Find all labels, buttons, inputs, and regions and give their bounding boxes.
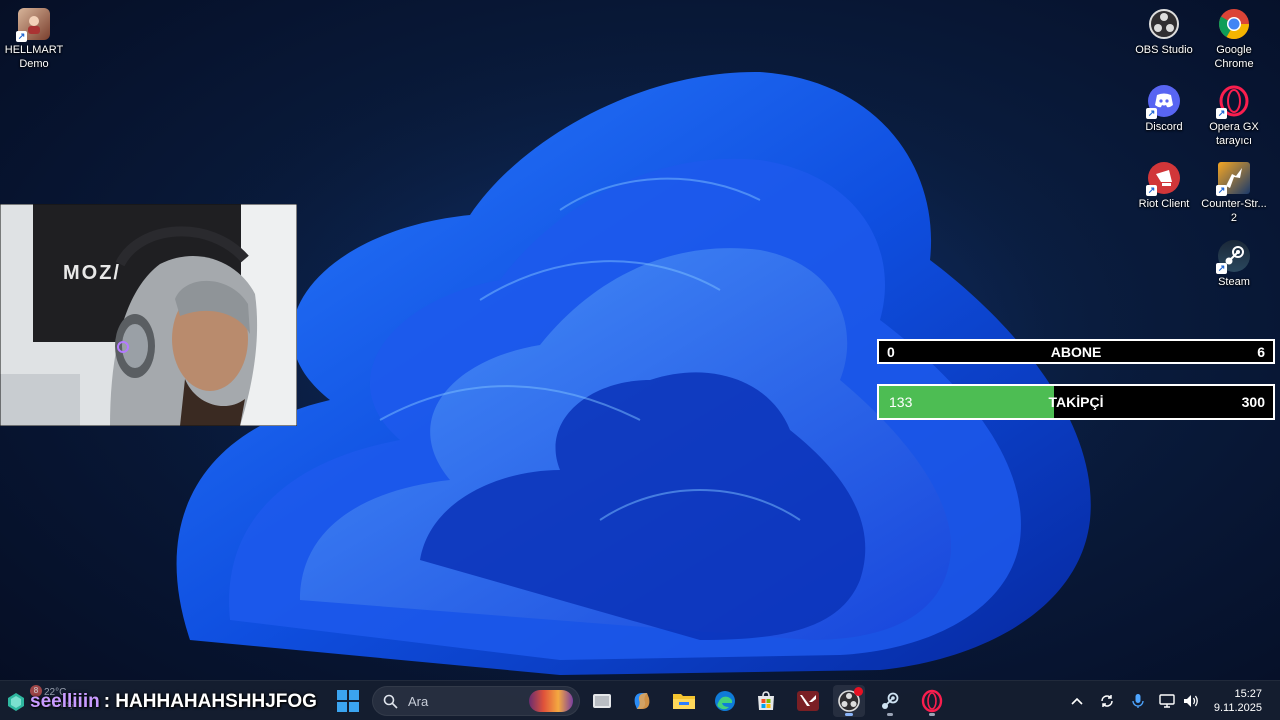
microphone-tray-button[interactable] xyxy=(1126,689,1150,713)
network-tray-button[interactable] xyxy=(1155,689,1179,713)
clock-time: 15:27 xyxy=(1234,688,1262,700)
desktop-icon-label: Counter-Str... 2 xyxy=(1201,198,1267,224)
shortcut-arrow-icon: ↗ xyxy=(1146,185,1157,196)
shortcut-arrow-icon: ↗ xyxy=(1216,185,1227,196)
microsoft-store-button[interactable] xyxy=(750,685,782,717)
desktop-icon-label: Google Chrome xyxy=(1214,44,1254,70)
steam-icon xyxy=(882,692,899,709)
volume-icon xyxy=(1184,695,1198,707)
task-view-button[interactable] xyxy=(586,685,618,717)
desktop-icon-discord[interactable]: ↗ Discord xyxy=(1128,85,1200,134)
google-chrome-icon xyxy=(1218,8,1250,40)
webcam-banner-text: MOZ/ xyxy=(63,262,121,284)
desktop-icon-label: OBS Studio xyxy=(1135,44,1193,56)
edge-button[interactable] xyxy=(709,685,741,717)
follower-goal-label: TAKİPÇİ xyxy=(1048,394,1104,410)
network-icon xyxy=(1159,694,1175,708)
discord-icon: ↗ xyxy=(1146,85,1180,119)
shortcut-arrow-icon: ↗ xyxy=(1216,108,1227,119)
subscriber-goal-current: 0 xyxy=(887,343,895,360)
opera-gx-taskbar-button[interactable] xyxy=(916,685,948,717)
steam-taskbar-button[interactable] xyxy=(874,685,906,717)
shortcut-arrow-icon: ↗ xyxy=(1216,263,1227,274)
desktop-icon-riot-client[interactable]: ↗ Riot Client xyxy=(1128,162,1200,211)
valorant-button[interactable] xyxy=(792,685,824,717)
clock-date: 9.11.2025 xyxy=(1213,702,1262,714)
chat-message-text: : HAHHAHAHSHHJFOG xyxy=(103,691,317,712)
follower-goal-bar: 133 TAKİPÇİ 300 xyxy=(877,384,1275,420)
desktop-icon-steam[interactable]: ↗ Steam xyxy=(1198,240,1270,289)
obs-taskbar-button[interactable] xyxy=(833,685,865,717)
valorant-icon xyxy=(797,691,819,711)
subscriber-goal-label: ABONE xyxy=(1050,343,1102,360)
start-button[interactable] xyxy=(332,685,364,717)
search-highlight-icon[interactable] xyxy=(529,690,573,712)
obs-studio-icon xyxy=(1148,8,1180,40)
volume-tray-button[interactable] xyxy=(1179,689,1203,713)
desktop-icon-obs-studio[interactable]: OBS Studio xyxy=(1128,8,1200,57)
subscriber-goal-target: 6 xyxy=(1257,343,1265,360)
hellmart-icon: ↗ xyxy=(16,8,50,42)
subscriber-goal-bar: 0 ABONE 6 xyxy=(877,339,1275,364)
opera-gx-icon: ↗ xyxy=(1216,85,1250,119)
shortcut-arrow-icon: ↗ xyxy=(1146,108,1157,119)
desktop-icon-counter-strike-2[interactable]: ↗ Counter-Str... 2 xyxy=(1198,162,1270,225)
microsoft-store-icon xyxy=(758,691,774,710)
copilot-icon xyxy=(634,693,650,709)
windows-start-icon xyxy=(337,690,359,712)
search-icon xyxy=(383,694,398,709)
desktop-icon-label: Opera GX tarayıcı xyxy=(1209,121,1259,147)
follower-goal-current: 133 xyxy=(889,394,913,410)
riot-client-icon: ↗ xyxy=(1146,162,1180,196)
webcam-overlay: MOZ/ xyxy=(0,204,297,426)
taskbar-clock[interactable]: 15:27 9.11.2025 xyxy=(1214,687,1262,715)
opera-gx-icon xyxy=(921,689,943,713)
shortcut-arrow-icon: ↗ xyxy=(16,31,27,42)
webcam-feed xyxy=(0,204,297,426)
desktop-icon-label: Discord xyxy=(1145,121,1183,133)
counter-strike-icon: ↗ xyxy=(1216,162,1250,196)
steam-icon: ↗ xyxy=(1216,240,1250,274)
desktop-icon-opera-gx[interactable]: ↗ Opera GX tarayıcı xyxy=(1198,85,1270,148)
chevron-up-icon xyxy=(1071,697,1083,705)
desktop-icon-hellmart-demo[interactable]: ↗ HELLMART Demo xyxy=(0,8,70,71)
file-explorer-icon xyxy=(673,694,695,709)
chat-badge-icon xyxy=(8,693,24,711)
search-placeholder: Ara xyxy=(408,693,429,709)
desktop-icon-label: HELLMART Demo xyxy=(4,44,64,70)
recording-indicator-icon xyxy=(854,687,863,696)
desktop-icon-google-chrome[interactable]: Google Chrome xyxy=(1198,8,1270,71)
show-hidden-icons-button[interactable] xyxy=(1065,689,1089,713)
task-view-icon xyxy=(593,694,611,708)
desktop-icon-label: Riot Client xyxy=(1138,198,1190,210)
chat-message-overlay: seelliiin : HAHHAHAHSHHJFOG xyxy=(6,690,317,714)
edge-icon xyxy=(715,691,735,711)
copilot-button[interactable] xyxy=(626,685,658,717)
chat-username: seelliiin xyxy=(30,691,100,712)
sync-icon xyxy=(1101,695,1113,707)
sync-tray-button[interactable] xyxy=(1095,689,1119,713)
follower-goal-target: 300 xyxy=(1241,394,1265,410)
file-explorer-button[interactable] xyxy=(668,685,700,717)
taskbar-search-box[interactable]: Ara xyxy=(372,686,580,716)
microphone-icon xyxy=(1132,694,1144,708)
desktop-icon-label: Steam xyxy=(1218,276,1250,288)
